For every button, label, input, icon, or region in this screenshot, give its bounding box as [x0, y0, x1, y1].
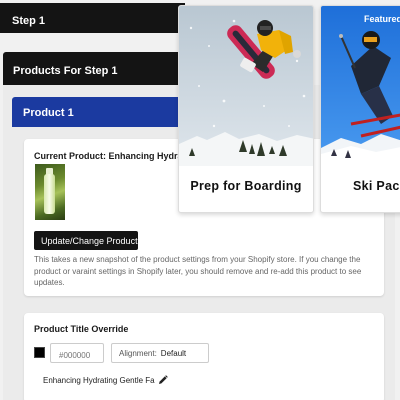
update-change-product-button[interactable]: Update/Change Product — [34, 231, 138, 250]
color-swatch[interactable] — [34, 347, 45, 358]
featured-badge: Featured — [364, 14, 400, 24]
product-thumbnail — [35, 164, 65, 220]
collection-card-prep-for-boarding[interactable]: Prep for Boarding — [178, 5, 314, 213]
snapshot-help-text: This takes a new snapshot of the product… — [34, 255, 362, 287]
step-header[interactable]: Step 1 — [0, 3, 185, 33]
collection-title: Prep for Boarding — [190, 179, 302, 193]
collection-card-ski-pack[interactable]: Featured Ski Pack — [320, 5, 400, 213]
title-override-heading: Product Title Override — [34, 324, 129, 334]
products-for-step-header[interactable]: Products For Step 1 — [3, 52, 188, 85]
skier-image: Featured — [321, 6, 400, 166]
alignment-label: Alignment: — [119, 349, 157, 358]
collection-title: Ski Pack — [353, 179, 400, 193]
product-header[interactable]: Product 1 — [12, 97, 188, 127]
product-title-text: Enhancing Hydrating Gentle Fa — [43, 376, 155, 385]
snowboarder-image — [179, 6, 313, 166]
pencil-icon[interactable] — [158, 375, 168, 385]
alignment-select[interactable]: Alignment: Default — [111, 343, 209, 363]
color-hex-input[interactable] — [50, 343, 104, 363]
alignment-value: Default — [160, 349, 187, 358]
